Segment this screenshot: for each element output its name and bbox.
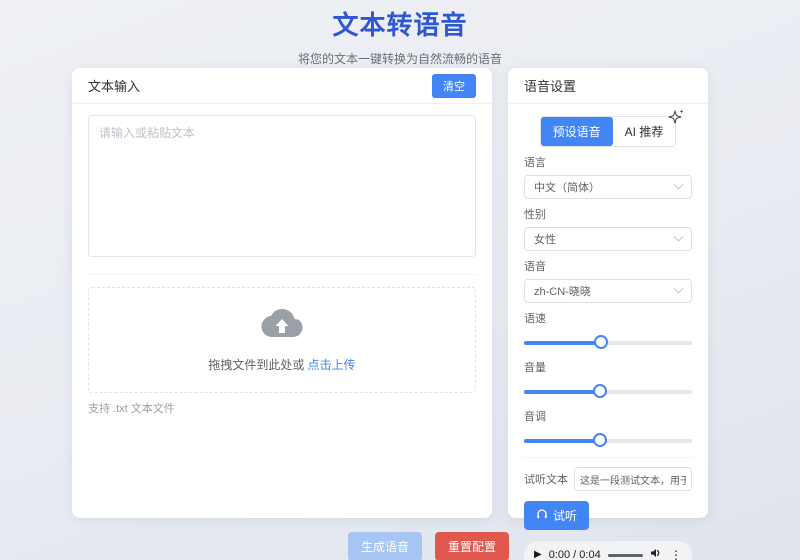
voice-settings-header: 语音设置	[508, 68, 708, 104]
slider-thumb[interactable]	[592, 433, 607, 447]
text-input-panel-header: 文本输入 清空	[72, 68, 492, 104]
audio-progress-bar[interactable]	[607, 553, 643, 557]
gender-value: 女性	[534, 234, 556, 246]
chevron-down-icon	[673, 179, 684, 190]
page-title: 文本转语音	[332, 10, 468, 40]
voice-select[interactable]: zh-CN-晓晓	[524, 279, 692, 303]
language-label: 语言	[524, 157, 546, 169]
cloud-upload-icon	[259, 307, 305, 346]
tab-preset-voice[interactable]: 预设语音	[540, 117, 613, 146]
page-subtitle: 将您的文本一键转换为自然流畅的语音	[297, 52, 502, 66]
pitch-slider[interactable]	[524, 433, 692, 447]
chevron-down-icon	[673, 283, 684, 294]
voice-label: 语音	[524, 261, 546, 273]
click-upload-link[interactable]: 点击上传	[308, 358, 356, 372]
headphones-icon	[536, 508, 548, 523]
file-drop-zone[interactable]: 拖拽文件到此处或 点击上传	[88, 287, 476, 393]
divider	[88, 274, 476, 275]
text-input-textarea[interactable]	[88, 115, 476, 257]
speed-label: 语速	[524, 313, 546, 325]
kebab-menu-icon[interactable]: ⋮	[670, 549, 682, 560]
language-select[interactable]: 中文（简体）	[524, 175, 692, 199]
listen-button-label: 试听	[553, 509, 578, 523]
upload-hint: 支持 .txt 文本文件	[88, 403, 175, 415]
volume-icon[interactable]	[650, 546, 663, 560]
speed-slider[interactable]	[524, 335, 692, 349]
volume-label: 音量	[524, 362, 546, 374]
upload-instructions: 拖拽文件到此处或 点击上传	[208, 356, 355, 373]
listen-button[interactable]: 试听	[524, 501, 590, 530]
clear-button[interactable]: 清空	[432, 73, 476, 98]
slider-thumb[interactable]	[592, 384, 607, 398]
voice-value: zh-CN-晓晓	[534, 286, 591, 298]
audio-player[interactable]: ▶ 0:00 / 0:04 ⋮	[524, 541, 692, 560]
play-icon[interactable]: ▶	[534, 550, 542, 560]
drag-text: 拖拽文件到此处或	[208, 358, 308, 372]
page-header: 文本转语音 将您的文本一键转换为自然流畅的语音	[0, 0, 800, 67]
preview-text-input[interactable]	[574, 467, 692, 491]
text-input-body: 拖拽文件到此处或 点击上传 支持 .txt 文本文件	[72, 104, 492, 427]
slider-fill	[524, 341, 602, 345]
reset-config-button[interactable]: 重置配置	[435, 532, 510, 560]
slider-fill	[524, 390, 600, 394]
gender-select[interactable]: 女性	[524, 227, 692, 251]
voice-settings-title: 语音设置	[524, 79, 577, 94]
language-value: 中文（简体）	[534, 182, 600, 194]
sparkle-icon	[666, 107, 686, 132]
voice-mode-tabs: 预设语音 AI 推荐	[524, 109, 692, 147]
volume-slider[interactable]	[524, 384, 692, 398]
text-input-title: 文本输入	[88, 79, 141, 94]
voice-settings-panel: 语音设置 预设语音 AI 推荐 语言 中文（简体） 性别 女性 语音 zh-CN…	[508, 68, 708, 560]
chevron-down-icon	[673, 231, 684, 242]
gender-label: 性别	[524, 209, 546, 221]
voice-settings-body: 预设语音 AI 推荐 语言 中文（简体） 性别 女性 语音 zh-CN-晓晓 语…	[508, 104, 708, 560]
slider-fill	[524, 439, 600, 443]
tab-group: 预设语音 AI 推荐	[539, 109, 684, 147]
pitch-label: 音调	[524, 411, 546, 423]
slider-thumb[interactable]	[594, 335, 609, 349]
preview-text-label: 试听文本	[524, 474, 568, 486]
audio-time: 0:00 / 0:04	[548, 549, 601, 560]
preview-text-row: 试听文本	[524, 467, 692, 491]
divider	[524, 457, 692, 458]
generate-speech-button[interactable]: 生成语音	[348, 532, 423, 560]
footer-actions: 生成语音 重置配置	[348, 532, 510, 560]
text-input-panel: 文本输入 清空 拖拽文件到此处或 点击上传 支持 .txt 文本文件	[72, 68, 492, 518]
